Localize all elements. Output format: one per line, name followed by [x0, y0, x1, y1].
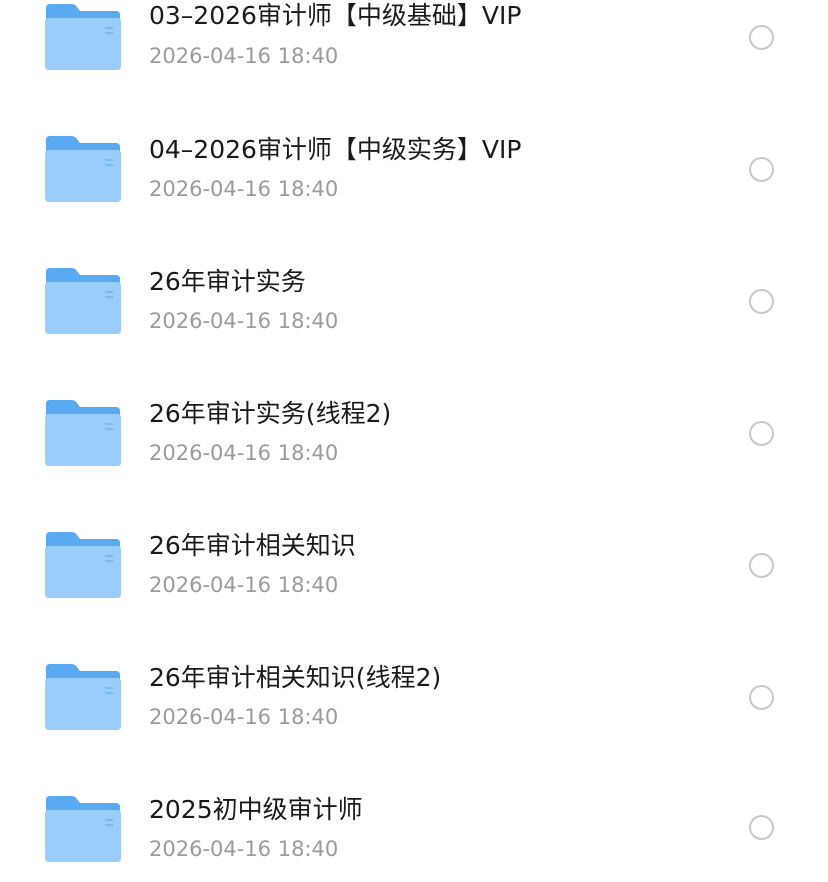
- select-radio[interactable]: [749, 815, 774, 840]
- file-date: 2026-04-16 18:40: [149, 837, 339, 861]
- folder-icon: [45, 400, 121, 466]
- select-radio[interactable]: [749, 289, 774, 314]
- folder-icon: [45, 136, 121, 202]
- file-date: 2026-04-16 18:40: [149, 309, 339, 333]
- folder-icon: [45, 268, 121, 334]
- file-list: 03–2026审计师【中级基础】VIP 2026-04-16 18:40 04–…: [0, 0, 828, 882]
- file-row[interactable]: 03–2026审计师【中级基础】VIP 2026-04-16 18:40: [0, 0, 828, 104]
- file-name: 03–2026审计师【中级基础】VIP: [149, 1, 522, 30]
- select-radio[interactable]: [749, 157, 774, 182]
- file-name: 26年审计相关知识(线程2): [149, 663, 442, 692]
- file-date: 2026-04-16 18:40: [149, 573, 339, 597]
- file-row[interactable]: 26年审计实务 2026-04-16 18:40: [0, 236, 828, 368]
- file-date: 2026-04-16 18:40: [149, 441, 339, 465]
- file-row[interactable]: 04–2026审计师【中级实务】VIP 2026-04-16 18:40: [0, 104, 828, 236]
- file-row[interactable]: 26年审计实务(线程2) 2026-04-16 18:40: [0, 368, 828, 500]
- folder-icon: [45, 796, 121, 862]
- file-row[interactable]: 26年审计相关知识 2026-04-16 18:40: [0, 500, 828, 632]
- folder-icon: [45, 532, 121, 598]
- file-date: 2026-04-16 18:40: [149, 705, 339, 729]
- file-name: 26年审计实务: [149, 267, 306, 296]
- file-name: 2025初中级审计师: [149, 795, 363, 824]
- file-date: 2026-04-16 18:40: [149, 177, 339, 201]
- file-name: 26年审计实务(线程2): [149, 399, 392, 428]
- folder-icon: [45, 4, 121, 70]
- select-radio[interactable]: [749, 421, 774, 446]
- select-radio[interactable]: [749, 553, 774, 578]
- file-date: 2026-04-16 18:40: [149, 44, 339, 68]
- select-radio[interactable]: [749, 685, 774, 710]
- folder-icon: [45, 664, 121, 730]
- file-row[interactable]: 2025初中级审计师 2026-04-16 18:40: [0, 764, 828, 882]
- select-radio[interactable]: [749, 25, 774, 50]
- file-row[interactable]: 26年审计相关知识(线程2) 2026-04-16 18:40: [0, 632, 828, 764]
- file-name: 26年审计相关知识: [149, 531, 356, 560]
- file-name: 04–2026审计师【中级实务】VIP: [149, 135, 522, 164]
